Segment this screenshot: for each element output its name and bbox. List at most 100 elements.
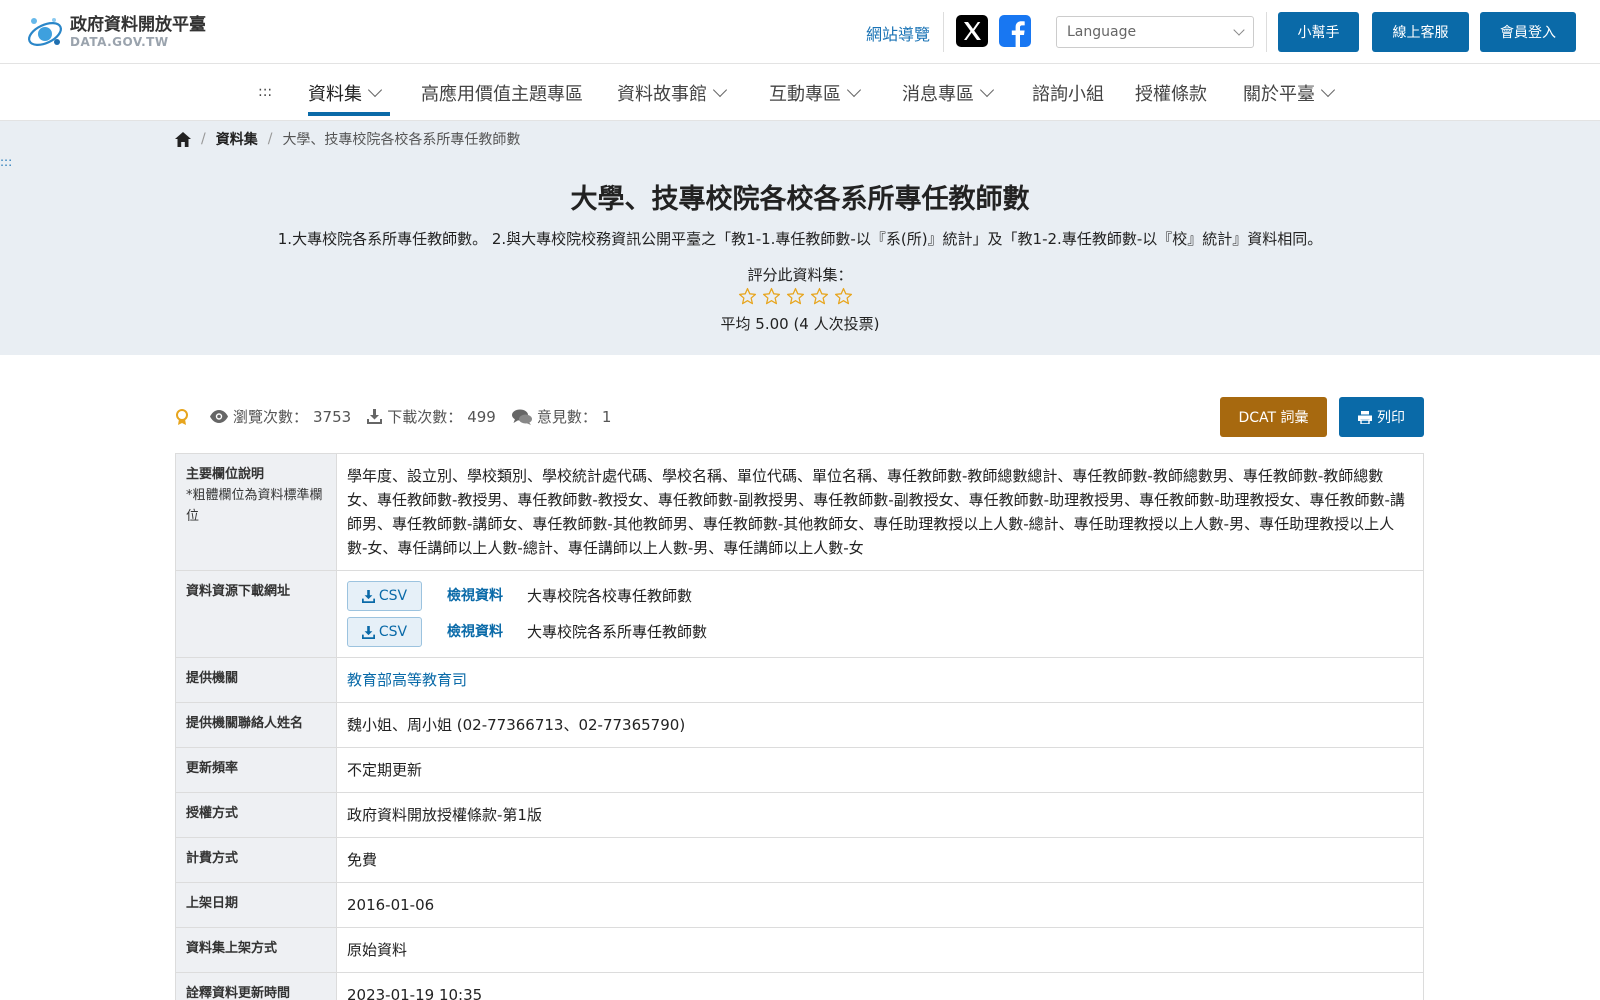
chevron-down-icon <box>1320 82 1336 98</box>
table-row: 更新頻率 不定期更新 <box>175 747 1424 793</box>
csv-download-button[interactable]: CSV <box>347 617 422 647</box>
resources-label: 資料資源下載網址 <box>175 570 337 658</box>
breadcrumb: / 資料集 / 大學、技專校院各校各系所專任教師數 <box>175 129 520 149</box>
star-rating[interactable] <box>738 287 858 306</box>
downloads-count: 499 <box>467 407 496 426</box>
csv-download-button[interactable]: CSV <box>347 581 422 611</box>
facebook-icon[interactable] <box>999 15 1031 47</box>
print-label: 列印 <box>1377 410 1405 426</box>
view-data-link[interactable]: 檢視資料 <box>447 584 527 608</box>
comments-count: 1 <box>601 407 612 426</box>
star-icon[interactable] <box>738 287 757 306</box>
breadcrumb-datasets[interactable]: 資料集 <box>216 129 258 149</box>
accesskey-anchor-content[interactable]: ::: <box>0 155 12 169</box>
star-icon[interactable] <box>810 287 829 306</box>
accesskey-anchor[interactable]: ::: <box>258 84 272 100</box>
table-label: 計費方式 <box>175 837 337 883</box>
rating-average: 平均 5.00 (4 人次投票) <box>720 315 880 333</box>
downloads-stat: 下載次數： 499 <box>367 406 496 427</box>
table-row: 資料集上架方式 原始資料 <box>175 927 1424 973</box>
table-row: 授權方式 政府資料開放授權條款-第1版 <box>175 792 1424 838</box>
nav-item-advisory[interactable]: 諮詢小組 <box>1032 80 1104 106</box>
table-label: 授權方式 <box>175 792 337 838</box>
language-select-value: Language <box>1067 24 1137 40</box>
fields-value: 學年度、設立別、學校類別、學校統計處代碼、學校名稱、單位代碼、單位名稱、專任教師… <box>336 453 1424 571</box>
table-row: 計費方式 免費 <box>175 837 1424 883</box>
download-icon <box>361 625 375 639</box>
resource-name: 大專校院各系所專任教師數 <box>527 623 708 641</box>
nav-item-about[interactable]: 關於平臺 <box>1243 80 1336 106</box>
table-value: 不定期更新 <box>336 747 1424 793</box>
views-count: 3753 <box>313 407 352 426</box>
page-title: 大學、技專校院各校各系所專任教師數 <box>570 184 1030 215</box>
divider <box>943 12 944 52</box>
table-value: 2016-01-06 <box>336 882 1424 928</box>
eye-icon <box>210 410 228 423</box>
nav-item-data-stories[interactable]: 資料故事館 <box>617 80 728 106</box>
dcat-vocabulary-button[interactable]: DCAT 詞彙 <box>1220 397 1327 437</box>
downloads-label: 下載次數： <box>387 408 463 426</box>
resource-item: CSV 檢視資料 大專校院各系所專任教師數 <box>347 617 1413 647</box>
print-button[interactable]: 列印 <box>1339 397 1424 437</box>
star-icon[interactable] <box>834 287 853 306</box>
fields-note: *粗體欄位為資料標準欄位 <box>186 488 323 524</box>
dataset-info-table: 主要欄位說明 *粗體欄位為資料標準欄位 學年度、設立別、學校類別、學校統計處代碼… <box>175 453 1424 1000</box>
nav-active-indicator <box>308 112 390 116</box>
nav-item-label: 資料集 <box>308 84 362 105</box>
nav-item-label: 關於平臺 <box>1243 84 1315 105</box>
nav-item-license[interactable]: 授權條款 <box>1135 80 1207 106</box>
online-service-button[interactable]: 線上客服 <box>1372 12 1469 52</box>
star-icon[interactable] <box>786 287 805 306</box>
comments-label: 意見數： <box>536 408 597 426</box>
comments-icon <box>511 409 532 425</box>
table-label: 上架日期 <box>175 882 337 928</box>
nav-item-interactive[interactable]: 互動專區 <box>769 80 862 106</box>
main-nav: ::: 資料集 高應用價值主題專區 資料故事館 互動專區 消息專區 諮詢小組 授… <box>0 64 1600 121</box>
x-twitter-icon[interactable] <box>956 15 988 47</box>
print-icon <box>1358 410 1372 424</box>
dataset-description: 1.大專校院各系所專任教師數。 2.與大專校院校務資訊公開平臺之「教1-1.專任… <box>277 230 1323 248</box>
download-icon <box>367 409 383 424</box>
chevron-down-icon <box>846 82 862 98</box>
award-badge-icon <box>176 408 188 425</box>
dataset-hero: / 資料集 / 大學、技專校院各校各系所專任教師數 ::: 大學、技專校院各校各… <box>0 121 1600 355</box>
table-row: 主要欄位說明 *粗體欄位為資料標準欄位 學年度、設立別、學校類別、學校統計處代碼… <box>175 453 1424 571</box>
site-map-link[interactable]: 網站導覽 <box>866 21 930 45</box>
table-value: 2023-01-19 10:35 <box>336 972 1424 1000</box>
nav-item-high-value[interactable]: 高應用價值主題專區 <box>421 80 583 106</box>
table-label: 更新頻率 <box>175 747 337 793</box>
table-label-cell: 主要欄位說明 *粗體欄位為資料標準欄位 <box>175 453 337 571</box>
resource-name: 大專校院各校專任教師數 <box>527 587 693 605</box>
breadcrumb-current: 大學、技專校院各校各系所專任教師數 <box>282 132 521 148</box>
chevron-down-icon <box>979 82 995 98</box>
table-label: 資料集上架方式 <box>175 927 337 973</box>
star-icon[interactable] <box>762 287 781 306</box>
view-data-link[interactable]: 檢視資料 <box>447 620 527 644</box>
table-value: 免費 <box>336 837 1424 883</box>
resources-cell: CSV 檢視資料 大專校院各校專任教師數 CSV 檢視資料 大專校院各系所專任教… <box>336 570 1424 658</box>
format-label: CSV <box>378 624 408 640</box>
provider-org-link[interactable]: 教育部高等教育司 <box>347 671 467 689</box>
logo-title: 政府資料開放平臺 <box>70 15 206 35</box>
table-label: 提供機關 <box>175 657 337 703</box>
download-icon <box>361 589 375 603</box>
member-login-button[interactable]: 會員登入 <box>1480 12 1576 52</box>
comments-stat: 意見數： 1 <box>511 406 612 427</box>
site-logo[interactable]: 政府資料開放平臺 DATA.GOV.TW <box>24 12 206 52</box>
badge-stat <box>175 408 194 425</box>
logo-subtitle: DATA.GOV.TW <box>70 35 169 49</box>
table-row: 提供機關 教育部高等教育司 <box>175 657 1424 703</box>
table-value: 原始資料 <box>336 927 1424 973</box>
table-row: 上架日期 2016-01-06 <box>175 882 1424 928</box>
helper-button[interactable]: 小幫手 <box>1278 12 1359 52</box>
rate-label: 評分此資料集： <box>747 266 853 284</box>
language-select[interactable]: Language <box>1056 16 1254 48</box>
divider <box>1266 12 1267 52</box>
nav-item-datasets[interactable]: 資料集 <box>308 80 383 106</box>
nav-item-label: 互動專區 <box>769 84 841 105</box>
nav-item-news[interactable]: 消息專區 <box>902 80 995 106</box>
logo-icon <box>28 18 62 46</box>
home-icon[interactable] <box>175 131 191 147</box>
table-value: 政府資料開放授權條款-第1版 <box>336 792 1424 838</box>
table-label: 詮釋資料更新時間 <box>175 972 337 1000</box>
